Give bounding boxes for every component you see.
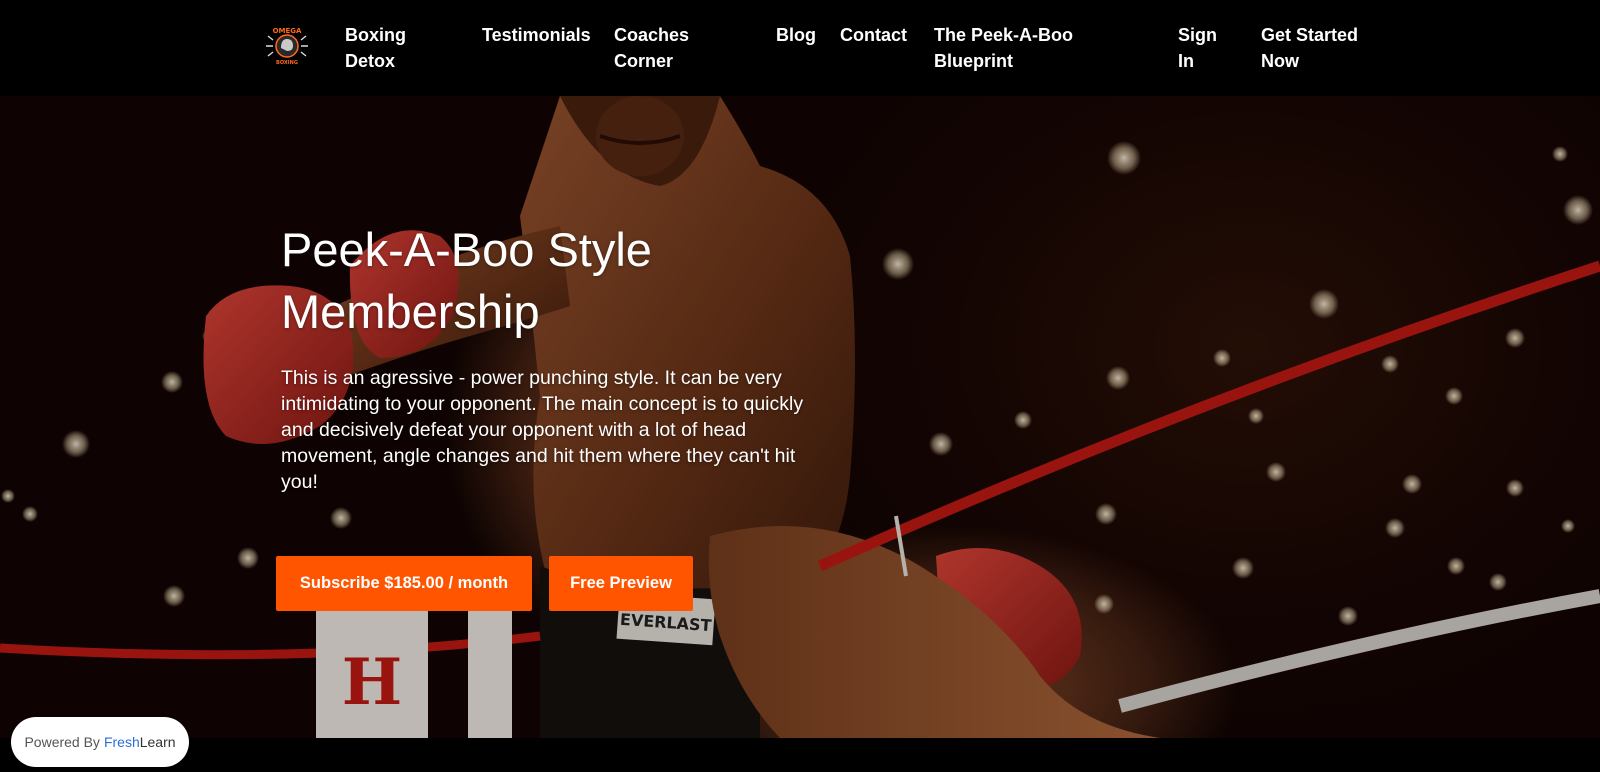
subscribe-button[interactable]: Subscribe $185.00 / month bbox=[276, 556, 532, 611]
page-bottom-strip bbox=[0, 738, 1600, 772]
nav-link-peek-a-boo-blueprint[interactable]: The Peek-A-Boo Blueprint bbox=[934, 22, 1104, 74]
hero-title: Peek-A-Boo Style Membership bbox=[281, 223, 652, 338]
nav-link-sign-in[interactable]: Sign In bbox=[1178, 22, 1228, 74]
top-navigation-bar: OMEGA BOXING Boxing Detox Testimonials C… bbox=[0, 0, 1600, 96]
omega-boxing-logo[interactable]: OMEGA BOXING bbox=[264, 26, 310, 66]
hero-description: This is an agressive - power punching st… bbox=[281, 367, 804, 493]
powered-by-freshlearn-badge[interactable]: Powered By Fresh Learn bbox=[11, 717, 189, 767]
nav-link-coaches-corner[interactable]: Coaches Corner bbox=[614, 22, 704, 74]
nav-link-testimonials[interactable]: Testimonials bbox=[482, 22, 591, 48]
brand-name-part2: Learn bbox=[139, 734, 176, 750]
boxing-glove-logo-icon: OMEGA BOXING bbox=[266, 27, 308, 66]
nav-link-blog[interactable]: Blog bbox=[776, 22, 816, 48]
nav-link-contact[interactable]: Contact bbox=[840, 22, 907, 48]
hero-content: Peek-A-Boo Style Membership This is an a… bbox=[281, 219, 821, 495]
nav-link-get-started-now[interactable]: Get Started Now bbox=[1261, 22, 1371, 74]
nav-link-boxing-detox[interactable]: Boxing Detox bbox=[345, 22, 435, 74]
free-preview-button[interactable]: Free Preview bbox=[549, 556, 693, 611]
logo-text-top: OMEGA bbox=[273, 27, 302, 35]
brand-name-part1: Fresh bbox=[103, 734, 140, 750]
hero-section: EVERLAST H Peek-A-Boo Style Membership T… bbox=[0, 96, 1600, 738]
logo-text-bottom: BOXING bbox=[276, 60, 298, 66]
powered-by-text: Powered By bbox=[24, 734, 100, 750]
